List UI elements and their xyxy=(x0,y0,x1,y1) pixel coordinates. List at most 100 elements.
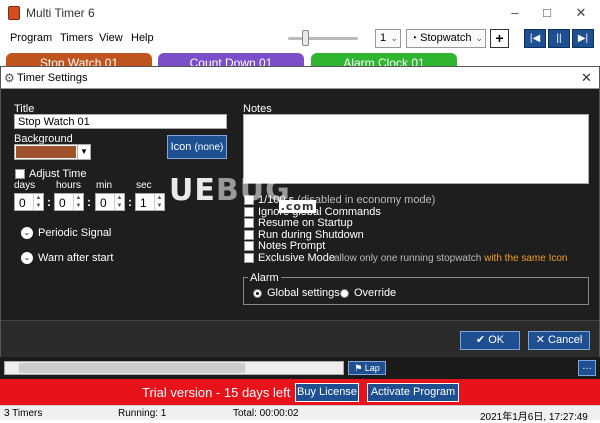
expand-warn-icon[interactable]: ⌄ xyxy=(21,252,33,264)
icon-button[interactable]: Icon (none) xyxy=(167,135,227,159)
hundredths-note: (disabled in economy mode) xyxy=(297,194,436,206)
hours-label: hours xyxy=(56,180,82,191)
global-settings-radio[interactable] xyxy=(253,289,262,298)
pause-all-button[interactable]: || xyxy=(548,29,570,48)
min-value: 0 xyxy=(100,196,107,210)
horizontal-scrollbar[interactable] xyxy=(4,361,344,375)
sec-value: 1 xyxy=(140,196,147,210)
warn-after-start-label[interactable]: Warn after start xyxy=(38,252,113,264)
notes-prompt-label: Notes Prompt xyxy=(258,240,326,252)
exclusive-note-text: allow only one running stopwatch xyxy=(334,253,482,264)
chevron-down-icon: ⌄ xyxy=(390,33,398,43)
menu-help[interactable]: Help xyxy=(131,32,154,44)
cancel-label: Cancel xyxy=(548,334,583,346)
hours-stepper[interactable]: 0 ▲ ▼ xyxy=(54,193,84,211)
timer-type-select[interactable]: ◔ Stopwatch ⌄ xyxy=(406,29,486,48)
lap-label: Lap xyxy=(364,363,380,373)
add-timer-button[interactable]: + xyxy=(490,29,509,48)
timer-type-value: Stopwatch xyxy=(420,32,472,44)
check-icon: ✔ xyxy=(475,334,486,346)
adjust-time-checkbox[interactable] xyxy=(15,169,25,179)
total-time: Total: 00:00:02 xyxy=(233,408,299,419)
flag-icon: ⚑ xyxy=(354,363,363,373)
stopwatch-icon: ◔ xyxy=(411,33,418,44)
zoom-slider-track[interactable] xyxy=(288,37,358,40)
chevron-down-icon: ⌄ xyxy=(475,33,483,43)
window-title: Multi Timer 6 xyxy=(26,6,95,20)
alarm-label: Alarm xyxy=(248,272,281,284)
maximize-button[interactable]: □ xyxy=(532,4,562,22)
override-label: Override xyxy=(354,287,397,299)
resume-startup-checkbox[interactable] xyxy=(244,218,254,228)
menu-program[interactable]: Program xyxy=(10,32,52,44)
trial-banner: Trial version - 15 days left Buy License… xyxy=(0,379,600,405)
sec-stepper[interactable]: 1 ▲ ▼ xyxy=(135,193,165,211)
background-color-swatch xyxy=(16,146,76,158)
run-shutdown-checkbox[interactable] xyxy=(244,230,254,240)
days-stepper[interactable]: 0 ▲ ▼ xyxy=(14,193,44,211)
window-titlebar: Multi Timer 6 – □ ✕ xyxy=(0,0,600,26)
minimize-button[interactable]: – xyxy=(500,4,530,22)
expand-periodic-icon[interactable]: ⌄ xyxy=(21,227,33,239)
last-timer-button[interactable]: ▶| xyxy=(572,29,594,48)
stepper-arrows-icon[interactable]: ▲ ▼ xyxy=(33,194,43,210)
watermark-text-1: UE xyxy=(169,173,216,208)
ok-label: OK xyxy=(488,334,505,346)
min-stepper[interactable]: 0 ▲ ▼ xyxy=(95,193,125,211)
stepper-arrows-icon[interactable]: ▲ ▼ xyxy=(114,194,124,210)
watermark-logo: UEBUG.com xyxy=(169,173,317,213)
exclusive-note-highlight: with the same Icon xyxy=(484,253,568,264)
menu-bar: Program Timers View Help 1 ⌄ ◔ Stopwatch… xyxy=(0,26,600,50)
dialog-title: Timer Settings xyxy=(17,72,88,84)
override-radio[interactable] xyxy=(340,289,349,298)
time-separator: : xyxy=(47,195,51,209)
hours-value: 0 xyxy=(59,196,66,210)
adjust-time-label: Adjust Time xyxy=(29,168,87,180)
more-options-button[interactable]: … xyxy=(578,360,596,376)
icon-button-label: Icon xyxy=(170,141,192,153)
sec-label: sec xyxy=(136,180,152,191)
time-separator: : xyxy=(128,195,132,209)
exclusive-mode-checkbox[interactable] xyxy=(244,253,254,263)
chevron-down-icon: ▼ xyxy=(77,145,90,159)
exclusive-mode-label: Exclusive Mode xyxy=(258,252,336,264)
timer-settings-dialog: ⚙ Timer Settings ✕ Title Background ▼ Ic… xyxy=(0,66,600,357)
days-label: days xyxy=(14,180,36,191)
menu-timers[interactable]: Timers xyxy=(60,32,93,44)
exclusive-mode-note: allow only one running stopwatch with th… xyxy=(334,253,567,264)
stepper-arrows-icon[interactable]: ▲ ▼ xyxy=(73,194,83,210)
ok-button[interactable]: ✔ OK xyxy=(460,331,520,350)
scrollbar-thumb[interactable] xyxy=(19,363,245,373)
background-color-picker[interactable]: ▼ xyxy=(14,144,91,160)
lap-button[interactable]: ⚑ Lap xyxy=(348,361,386,375)
running-count: Running: 1 xyxy=(118,408,167,419)
dialog-titlebar: ⚙ Timer Settings ✕ xyxy=(1,67,599,89)
title-input[interactable] xyxy=(14,114,227,129)
activate-program-button[interactable]: Activate Program xyxy=(367,383,459,402)
dialog-close-button[interactable]: ✕ xyxy=(581,70,592,86)
first-timer-button[interactable]: |◀ xyxy=(524,29,546,48)
notes-prompt-checkbox[interactable] xyxy=(244,241,254,251)
close-icon: ✕ xyxy=(535,334,545,346)
stepper-arrows-icon[interactable]: ▲ ▼ xyxy=(154,194,164,210)
global-settings-label: Global settings xyxy=(267,287,340,299)
status-bar: 3 Timers Running: 1 Total: 00:00:02 2021… xyxy=(0,405,600,423)
buy-license-button[interactable]: Buy License xyxy=(295,383,359,402)
watermark-suffix: .com xyxy=(278,200,317,213)
gear-icon: ⚙ xyxy=(4,71,15,85)
cancel-button[interactable]: ✕ Cancel xyxy=(528,331,590,350)
close-button[interactable]: ✕ xyxy=(566,4,596,22)
menu-view[interactable]: View xyxy=(99,32,123,44)
time-separator: : xyxy=(87,195,91,209)
days-value: 0 xyxy=(19,196,26,210)
zoom-slider-thumb[interactable] xyxy=(302,30,309,46)
min-label: min xyxy=(96,180,113,191)
app-icon xyxy=(8,6,20,20)
trial-text: Trial version - 15 days left xyxy=(142,385,291,400)
current-datetime: 2021年1月6日, 17:27:49 xyxy=(480,412,588,423)
timer-count-value: 1 xyxy=(380,32,387,44)
periodic-signal-label[interactable]: Periodic Signal xyxy=(38,227,111,239)
timers-count: 3 Timers xyxy=(4,408,43,419)
resume-startup-label: Resume on Startup xyxy=(258,217,353,229)
timer-count-select[interactable]: 1 ⌄ xyxy=(375,29,401,48)
